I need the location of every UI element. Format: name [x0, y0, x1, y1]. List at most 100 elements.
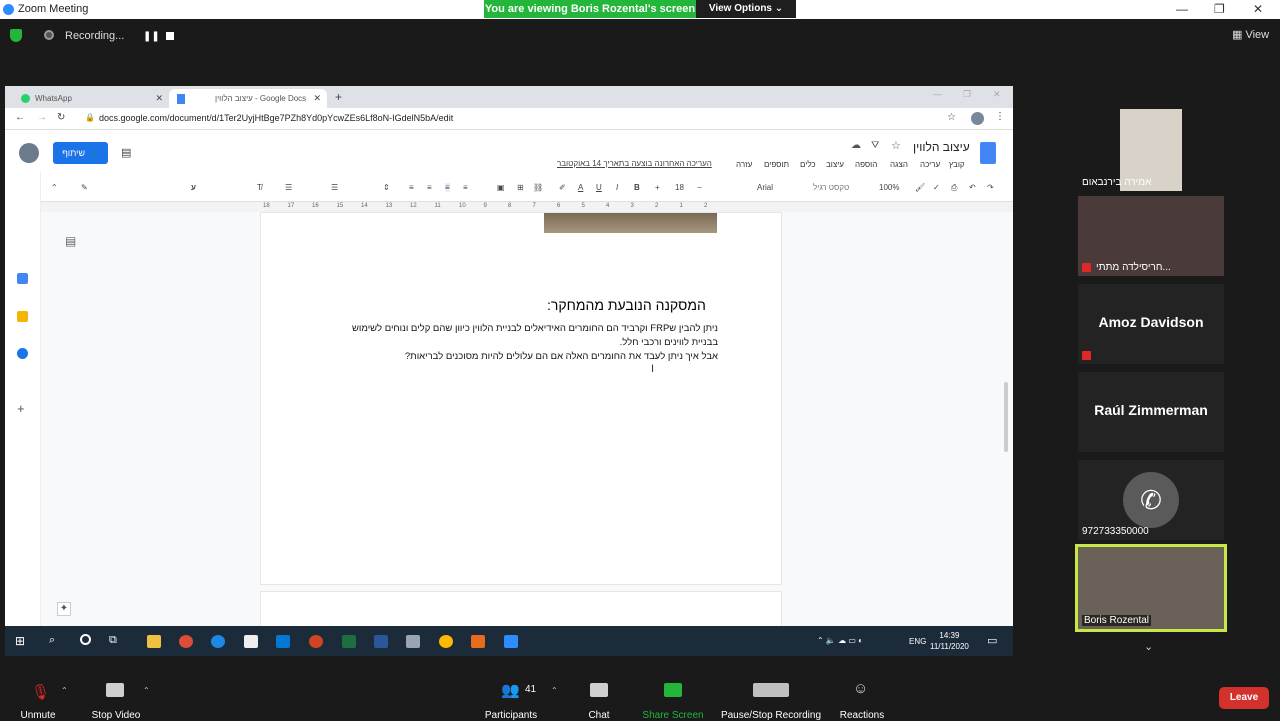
forward-icon[interactable]: → [37, 112, 47, 123]
tab-whatsapp[interactable]: WhatsApp ✕ [11, 89, 169, 108]
excel-icon[interactable] [342, 635, 356, 648]
ruler[interactable]: 18 17 16 15 14 13 12 11 10 9 8 7 6 5 4 3 2 1 2 [41, 202, 1013, 212]
scroll-participants-icon[interactable]: ⌄ [1144, 640, 1153, 653]
participant-tile-active-speaker[interactable]: Boris Rozental [1075, 544, 1227, 632]
style-select[interactable]: טקסט רגיל [813, 183, 849, 192]
browser-menu-icon[interactable]: ⋮ [995, 111, 1005, 122]
notifications-icon[interactable]: ▭ [987, 634, 997, 647]
stop-recording-icon[interactable] [166, 32, 174, 40]
decrease-size-icon[interactable]: − [697, 183, 702, 192]
word-icon[interactable] [374, 635, 388, 648]
pause-recording-icon[interactable]: ❚❚ [143, 31, 160, 42]
link-icon[interactable]: ⛓ [533, 183, 543, 192]
menu-addons[interactable]: תוספים [764, 160, 789, 169]
reactions-label[interactable]: Reactions [836, 710, 888, 721]
windows-start-icon[interactable]: ⊞ [15, 634, 25, 648]
url-field[interactable]: docs.google.com/document/d/1Ter2UyjHtBge… [99, 113, 453, 123]
share-screen-label[interactable]: Share Screen [641, 710, 705, 721]
input-tools-icon[interactable]: ע [191, 183, 196, 192]
scrollbar-thumb[interactable] [1004, 382, 1008, 452]
align-center-icon[interactable]: ≡ [445, 183, 450, 192]
zoom-select[interactable]: 100% [879, 183, 899, 192]
document-page[interactable]: המסקנה הנובעת מהמחקר: ניתן להבין שFRP וק… [260, 212, 782, 585]
calculator-icon[interactable] [406, 635, 420, 648]
redo-icon[interactable]: ↷ [987, 183, 994, 192]
menu-insert[interactable]: הוספה [855, 160, 877, 169]
task-view-icon[interactable]: ⧉ [109, 634, 117, 647]
share-screen-icon[interactable] [664, 683, 682, 697]
font-select[interactable]: Arial [757, 183, 773, 192]
italic-icon[interactable]: I [616, 183, 618, 192]
comments-icon[interactable]: ▤ [121, 146, 131, 159]
back-icon[interactable]: ← [15, 112, 25, 123]
mail-icon[interactable] [276, 635, 290, 648]
video-camera-icon[interactable] [106, 683, 124, 697]
collapse-toolbar-icon[interactable]: ⌃ [51, 183, 58, 192]
menu-file[interactable]: קובץ [949, 160, 965, 169]
browser-maximize-icon[interactable]: ❐ [963, 89, 971, 100]
insert-comment-icon[interactable]: ⊞ [517, 183, 524, 192]
reactions-icon[interactable]: ☺ [853, 680, 868, 697]
tasks-icon[interactable] [17, 348, 28, 359]
share-button[interactable]: שיתוף 👤 [53, 142, 108, 164]
participant-tile[interactable]: אמירה בירנבאום [1082, 109, 1182, 191]
edge-icon[interactable] [211, 635, 225, 648]
file-explorer-icon[interactable] [147, 635, 161, 648]
close-tab-icon[interactable]: ✕ [313, 89, 321, 108]
text-color-icon[interactable]: A [578, 183, 583, 192]
search-icon[interactable]: ⌕ [49, 634, 55, 647]
chat-icon[interactable] [590, 683, 608, 697]
bullet-list-icon[interactable]: ☰ [331, 183, 338, 192]
clear-format-icon[interactable]: T̸ [257, 183, 262, 192]
zoom-taskbar-icon[interactable] [504, 635, 518, 648]
docs-logo-icon[interactable] [980, 142, 996, 164]
paint-format-icon[interactable]: 🖌 [915, 183, 925, 192]
view-button[interactable]: ▦ View [1232, 28, 1269, 41]
underline-icon[interactable]: U [596, 183, 602, 192]
close-icon[interactable]: ✕ [1253, 2, 1263, 16]
participants-options-icon[interactable]: ⌃ [551, 686, 558, 695]
align-right-icon[interactable]: ≡ [427, 183, 432, 192]
pause-stop-recording-icon[interactable] [753, 683, 789, 697]
unmute-label[interactable]: Unmute [18, 710, 58, 721]
pause-stop-recording-label[interactable]: Pause/Stop Recording [717, 710, 825, 721]
last-edit-link[interactable]: העריכה האחרונה בוצעה בתאריך 14 באוקטובר [557, 159, 712, 168]
outline-icon[interactable]: ▤ [65, 234, 76, 248]
tray-icons[interactable]: ⌃ 🔈 ☁ ▭ ◐ [817, 636, 863, 645]
cortana-icon[interactable] [80, 634, 91, 645]
participant-tile[interactable]: ✆ 972733350000 [1078, 460, 1224, 540]
document-title[interactable]: עיצוב הלווין [913, 140, 970, 154]
video-options-icon[interactable]: ⌃ [143, 686, 150, 695]
font-size-field[interactable]: 18 [675, 183, 684, 192]
calendar-icon[interactable] [17, 273, 28, 284]
add-addon-icon[interactable]: + [17, 401, 25, 416]
participant-tile[interactable]: Raúl Zimmerman [1078, 372, 1224, 452]
close-tab-icon[interactable]: ✕ [155, 89, 163, 108]
line-spacing-icon[interactable]: ⇕ [383, 183, 390, 192]
security-shield-icon[interactable] [10, 29, 22, 42]
menu-format[interactable]: עיצוב [826, 160, 844, 169]
menu-view[interactable]: הצגה [890, 160, 908, 169]
minimize-icon[interactable]: — [1176, 2, 1188, 16]
participant-tile[interactable]: Amoz Davidson [1078, 284, 1224, 364]
new-tab-icon[interactable]: + [335, 90, 342, 104]
editing-mode-icon[interactable]: ✎ [81, 183, 88, 192]
spellcheck-icon[interactable]: ✓ [933, 183, 940, 192]
browser-close-icon[interactable]: ✕ [993, 89, 1001, 100]
browser-minimize-icon[interactable]: — [933, 89, 942, 99]
participants-label[interactable]: Participants [480, 710, 542, 721]
document-image[interactable] [544, 213, 717, 233]
align-left-icon[interactable]: ≡ [463, 183, 468, 192]
menu-tools[interactable]: כלים [800, 160, 816, 169]
taskbar-clock[interactable]: 14:39 11/11/2020 [930, 630, 969, 652]
bookmark-star-icon[interactable]: ☆ [947, 112, 956, 123]
increase-size-icon[interactable]: + [655, 183, 660, 192]
store-icon[interactable] [244, 635, 258, 648]
highlight-icon[interactable]: ✐ [559, 183, 566, 192]
leave-button[interactable]: Leave [1219, 687, 1269, 709]
chat-label[interactable]: Chat [584, 710, 614, 721]
powerpoint-icon[interactable] [309, 635, 323, 648]
align-justify-icon[interactable]: ≡ [409, 183, 414, 192]
maximize-icon[interactable]: ❐ [1214, 2, 1225, 16]
chrome-icon[interactable] [179, 635, 193, 648]
